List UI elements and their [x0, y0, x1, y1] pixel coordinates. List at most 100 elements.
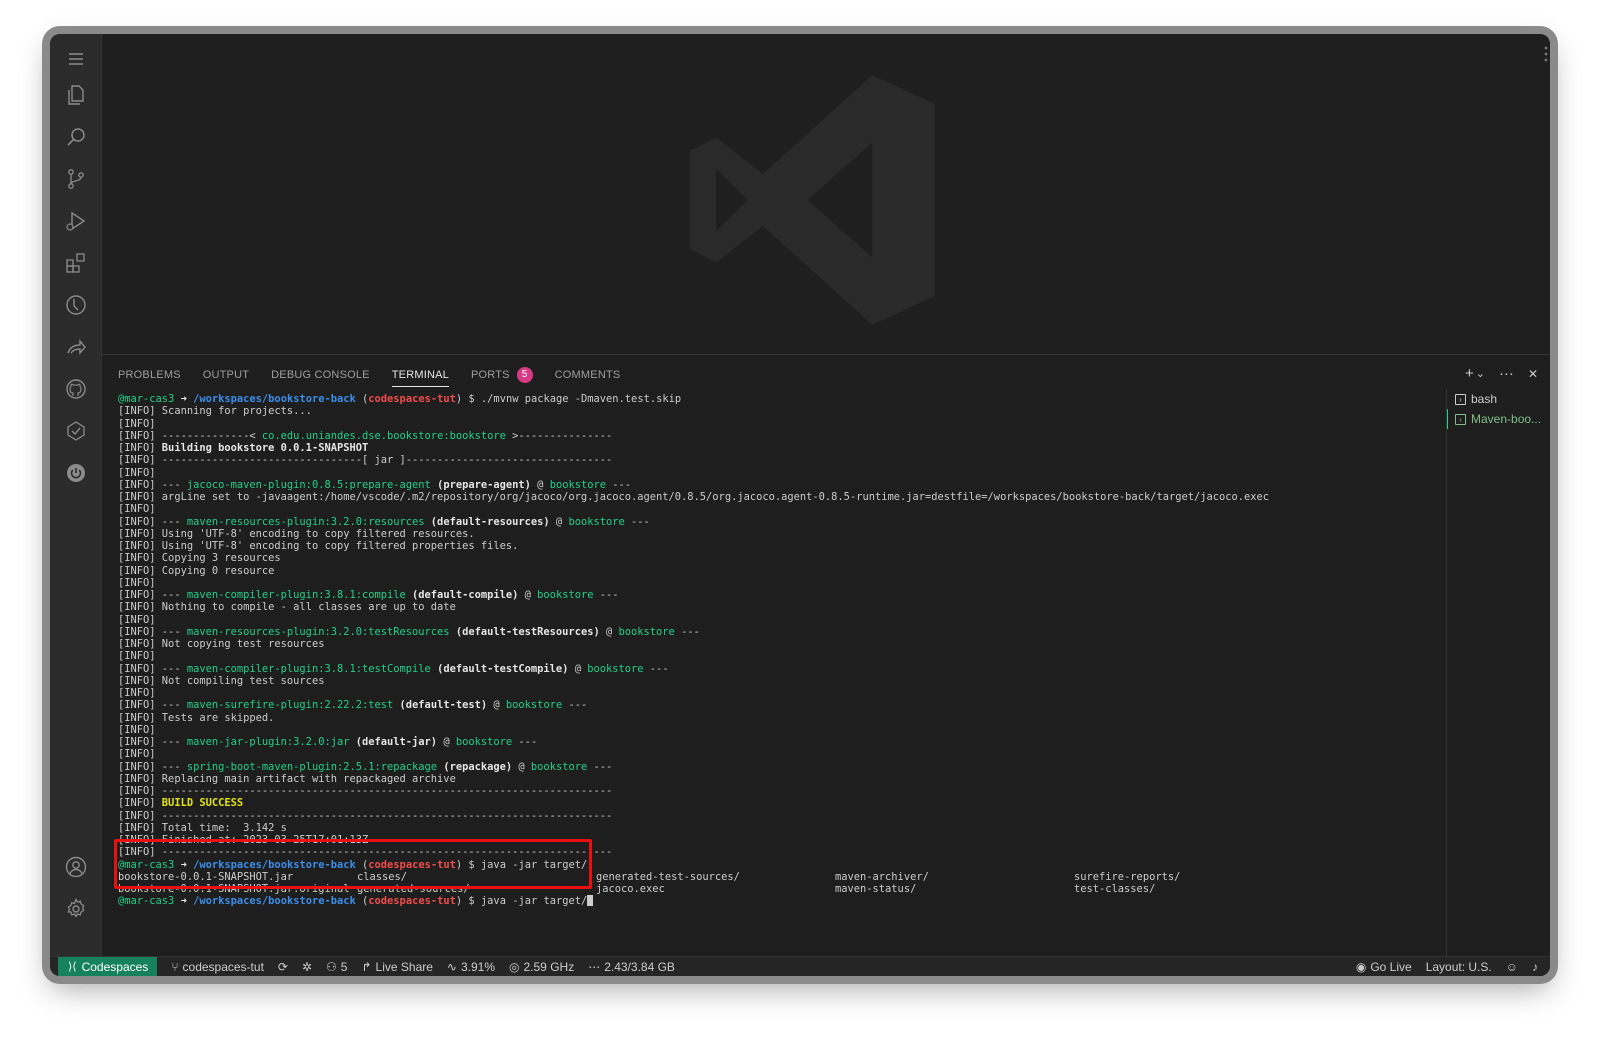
log-text: Tests are skipped. — [155, 711, 275, 724]
prompt-dollar: $ — [468, 858, 475, 871]
log-text: Copying 3 resources — [155, 552, 281, 565]
log-text: --- — [155, 760, 187, 773]
tab-output[interactable]: OUTPUT — [203, 363, 249, 387]
new-terminal-button[interactable]: + — [1465, 365, 1474, 383]
prompt-branch: codespaces-tut — [368, 895, 456, 908]
terminal-log-line: [INFO] ---------------------------------… — [118, 785, 1406, 797]
build-success: BUILD SUCCESS — [155, 797, 244, 810]
power-icon[interactable] — [63, 460, 89, 486]
log-text: ----------------------------------------… — [155, 809, 613, 822]
log-tag: [INFO] — [118, 760, 156, 773]
terminal-log-line: [INFO] --- spring-boot-maven-plugin:2.5.… — [118, 761, 1406, 773]
activity-bar — [50, 34, 102, 956]
sync-button[interactable]: ⟳ — [278, 960, 288, 974]
ports-count-badge: 5 — [516, 367, 533, 383]
log-text: --- — [155, 478, 187, 491]
terminal-log-line: [INFO] --------------< co.edu.uniandes.d… — [118, 430, 1406, 442]
log-tag: [INFO] — [118, 527, 156, 540]
chip-icon: ◎ — [509, 959, 520, 974]
ports-indicator[interactable]: ⚇ 5 — [326, 960, 347, 974]
log-tag: [INFO] — [118, 687, 156, 699]
tab-ports[interactable]: PORTS 5 — [471, 363, 533, 387]
keyboard-layout[interactable]: Layout: U.S. — [1426, 960, 1492, 974]
terminal-log-line: [INFO] Total time: 3.142 s — [118, 822, 1406, 834]
timeline-icon[interactable] — [63, 292, 89, 318]
source-control-icon[interactable] — [63, 166, 89, 192]
terminal-log-line: [INFO] --- maven-compiler-plugin:3.8.1:t… — [118, 663, 1406, 675]
completion-item: generated-test-sources/ — [596, 870, 740, 883]
settings-gear-icon[interactable] — [63, 896, 89, 922]
terminal-log-line: [INFO] — [118, 687, 1406, 699]
github-icon[interactable] — [63, 376, 89, 402]
log-text: Finished at: 2023-03-25T17:01:13Z — [155, 834, 369, 846]
log-text: --- — [155, 625, 187, 638]
tab-debug-console[interactable]: DEBUG CONSOLE — [271, 363, 370, 387]
extensions-icon[interactable] — [63, 250, 89, 276]
log-text: @ — [518, 589, 538, 601]
terminal-cursor — [587, 895, 594, 907]
log-text: ----------------------------------------… — [155, 846, 613, 859]
tab-terminal[interactable]: TERMINAL — [391, 363, 449, 387]
log-tag: [INFO] — [118, 711, 156, 724]
pulse-icon: ∿ — [446, 959, 457, 974]
cpu-frequency: ◎ 2.59 GHz — [509, 960, 574, 974]
explorer-icon[interactable] — [63, 82, 89, 108]
execution-id: (default-test) — [393, 699, 488, 712]
debug-status-button[interactable]: ✲ — [302, 960, 312, 974]
artifact-name: bookstore — [505, 699, 563, 712]
terminal-log-line: [INFO] --- maven-jar-plugin:3.2.0:jar (d… — [118, 736, 1406, 748]
completion-item: test-classes/ — [1074, 883, 1156, 895]
log-text: --- — [155, 589, 187, 601]
execution-id: (default-resources) — [424, 515, 550, 528]
testing-icon[interactable] — [63, 418, 89, 444]
terminal-log-line: [INFO] argLine set to -javaagent:/home/v… — [118, 491, 1406, 503]
cpu-usage: ∿ 3.91% — [447, 960, 495, 974]
chevron-down-icon[interactable]: ⌄ — [1476, 365, 1485, 383]
copilot-button[interactable]: ☺ — [1506, 960, 1518, 974]
memory-usage: ⋯ 2.43/3.84 GB — [588, 960, 675, 974]
log-tag: [INFO] — [118, 846, 156, 859]
terminal-item-bash[interactable]: › bash — [1447, 389, 1550, 409]
completion-item: maven-status/ — [835, 883, 917, 895]
branch-indicator[interactable]: ⑂ codespaces-tut — [171, 960, 264, 974]
terminal-log-line: [INFO] --------------------------------[… — [118, 454, 1406, 466]
terminal-log-line: [INFO] — [118, 748, 1406, 760]
tab-label: DEBUG CONSOLE — [271, 369, 370, 381]
close-panel-button[interactable]: ✕ — [1528, 365, 1538, 383]
prompt-arrow: ➜ — [180, 393, 187, 405]
log-tag: [INFO] — [118, 429, 156, 442]
status-bar-right: ◉ Go Live Layout: U.S. ☺ ♪ — [1342, 960, 1550, 974]
artifact-name: bookstore — [568, 515, 625, 528]
run-debug-icon[interactable] — [63, 208, 89, 234]
live-share-icon[interactable] — [63, 334, 89, 360]
log-tag: [INFO] — [118, 576, 156, 589]
plugin-name: maven-resources-plugin:3.2.0:testResourc… — [186, 625, 450, 638]
mem-value: 2.43/3.84 GB — [604, 959, 675, 974]
terminal-item-maven[interactable]: › Maven-boo... — [1447, 409, 1550, 429]
log-text: --- — [587, 760, 613, 773]
bug-icon: ✲ — [301, 959, 313, 974]
log-text: Nothing to compile - all classes are up … — [155, 601, 456, 614]
log-tag: [INFO] — [118, 809, 156, 822]
account-icon[interactable] — [63, 854, 89, 880]
tab-comments[interactable]: COMMENTS — [555, 363, 621, 387]
completion-item: generated-sources/ — [357, 883, 470, 895]
menu-icon[interactable] — [63, 46, 89, 72]
log-text: @ — [530, 478, 550, 491]
search-icon[interactable] — [63, 124, 89, 150]
prompt-user: @mar-cas3 — [118, 858, 175, 871]
log-tag: [INFO] — [118, 589, 156, 601]
terminal-log-line: [INFO] — [118, 577, 1406, 589]
remote-indicator[interactable]: ⟩⟨ Codespaces — [58, 956, 158, 976]
log-tag: [INFO] — [118, 417, 156, 430]
live-share-button[interactable]: ↱ Live Share — [361, 960, 432, 974]
go-live-button[interactable]: ◉ Go Live — [1356, 960, 1412, 974]
more-actions-button[interactable]: ··· — [1499, 365, 1514, 383]
artifact-name: bookstore — [530, 760, 588, 773]
remote-label: Codespaces — [81, 959, 149, 974]
log-text: @ — [599, 625, 619, 638]
notifications-button[interactable]: ♪ — [1532, 960, 1538, 974]
tab-problems[interactable]: PROBLEMS — [118, 363, 181, 387]
log-text: --- — [155, 699, 187, 712]
terminal-output[interactable]: @mar-cas3 ➜ /workspaces/bookstore-back (… — [118, 393, 1406, 956]
